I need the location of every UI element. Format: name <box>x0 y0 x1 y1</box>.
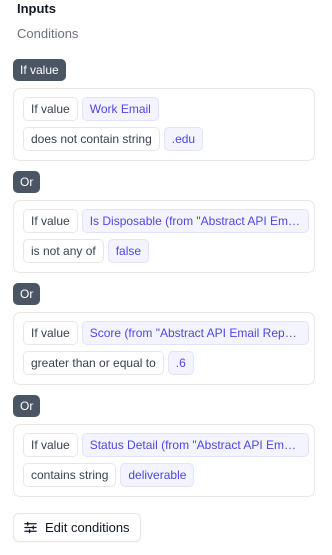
condition-value[interactable]: false <box>107 239 150 263</box>
or-tag: Or <box>13 395 41 417</box>
condition-operator[interactable]: is not any of <box>23 239 104 263</box>
edit-conditions-button[interactable]: Edit conditions <box>13 513 141 542</box>
if-value-label: If value <box>23 321 78 345</box>
condition-card: If value Score (from "Abstract API Email… <box>13 312 315 385</box>
inputs-title: Inputs <box>17 1 56 16</box>
or-tag: Or <box>13 283 41 305</box>
condition-field[interactable]: Work Email <box>81 97 159 121</box>
condition-tag: If value <box>13 59 66 81</box>
condition-value[interactable]: .6 <box>167 351 194 375</box>
condition-field[interactable]: Score (from "Abstract API Email Reputati… <box>81 321 309 345</box>
if-value-label: If value <box>23 97 78 121</box>
edit-conditions-label: Edit conditions <box>45 520 130 535</box>
condition-operator[interactable]: does not contain string <box>23 127 160 151</box>
or-tag: Or <box>13 171 41 193</box>
conditions-subtitle: Conditions <box>17 26 79 41</box>
condition-card: If value Status Detail (from "Abstract A… <box>13 424 315 497</box>
sliders-icon <box>24 521 37 534</box>
condition-value[interactable]: deliverable <box>120 463 195 487</box>
condition-card: If value Work Email does not contain str… <box>13 88 315 161</box>
condition-value[interactable]: .edu <box>163 127 204 151</box>
condition-operator[interactable]: contains string <box>23 463 117 487</box>
condition-field[interactable]: Is Disposable (from "Abstract API Email … <box>81 209 309 233</box>
if-value-label: If value <box>23 209 78 233</box>
condition-operator[interactable]: greater than or equal to <box>23 351 164 375</box>
if-value-label: If value <box>23 433 78 457</box>
condition-card: If value Is Disposable (from "Abstract A… <box>13 200 315 273</box>
condition-field[interactable]: Status Detail (from "Abstract API Email … <box>81 433 309 457</box>
